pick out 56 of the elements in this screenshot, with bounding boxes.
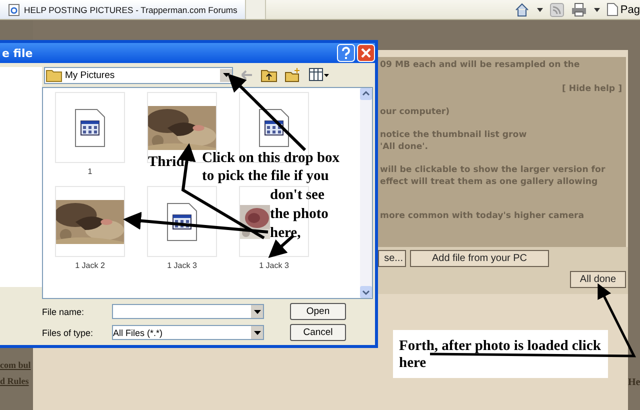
annotation-text: the photo — [270, 206, 328, 222]
add-file-button[interactable]: Add file from your PC — [410, 250, 549, 267]
close-icon[interactable] — [357, 44, 375, 62]
up-folder-icon[interactable] — [261, 68, 277, 82]
file-thumbnail[interactable] — [55, 92, 125, 163]
help-text: 'All done'. — [380, 141, 430, 153]
cancel-button[interactable]: Cancel — [290, 324, 346, 341]
file-thumbnail[interactable] — [55, 186, 125, 257]
new-folder-icon[interactable] — [285, 68, 301, 82]
look-in-dropdown[interactable]: My Pictures — [44, 66, 233, 84]
annotation-text: Click on this drop box — [202, 150, 340, 166]
scrollbar[interactable] — [360, 88, 372, 298]
print-icon[interactable] — [571, 2, 588, 16]
browser-page-icon — [8, 4, 20, 16]
file-name-field[interactable] — [112, 304, 264, 319]
browse-button[interactable]: se... — [378, 250, 406, 267]
file-name: 1 — [88, 167, 92, 176]
file-name: 1 Jack 3 — [167, 261, 197, 270]
document-icon — [167, 202, 197, 240]
browser-tab[interactable]: HELP POSTING PICTURES - Trapperman.com Forums — [0, 0, 246, 19]
dropdown-arrow-icon[interactable] — [254, 330, 260, 334]
home-icon[interactable] — [514, 2, 530, 18]
help-text: 09 MB each and will be resampled on the — [380, 59, 581, 71]
help-text: effect will treat them as one gallery allowing — [380, 176, 599, 188]
view-menu-icon[interactable] — [309, 68, 329, 82]
dropdown-arrow-icon[interactable] — [537, 8, 544, 12]
all-done-button[interactable]: All done — [570, 271, 626, 288]
dialog-title: e file — [2, 46, 33, 60]
file-thumbnail[interactable] — [147, 186, 217, 257]
file-name: 1 Jack 3 — [259, 261, 289, 270]
file-name-label: File name: — [42, 306, 86, 316]
help-text: will be clickable to show the larger version for — [380, 164, 606, 176]
dropdown-arrow-icon[interactable] — [254, 310, 260, 314]
help-icon[interactable] — [337, 44, 355, 62]
help-text: more common with today's higher camera — [380, 210, 586, 222]
document-icon — [259, 108, 289, 146]
annotation-note: Forth, after photo is loaded click here — [393, 330, 608, 378]
file-type-dropdown[interactable]: All Files (*.*) — [112, 325, 264, 340]
annotation-text: to pick the file if you — [202, 168, 329, 184]
help-text: notice the thumbnail list grow — [380, 129, 528, 141]
back-arrow-icon[interactable] — [241, 70, 253, 80]
help-text: our computer) — [380, 106, 451, 118]
page-icon — [607, 3, 618, 16]
scroll-up-icon[interactable] — [360, 88, 372, 100]
dropdown-arrow-icon[interactable] — [594, 8, 600, 12]
file-type-label: Files of type: — [42, 328, 94, 338]
page-menu[interactable]: Pag — [607, 3, 640, 16]
document-icon — [75, 108, 105, 146]
annotation-text: here, — [270, 225, 301, 241]
edge-text: He — [628, 377, 640, 388]
file-name: 1 Jack 2 — [75, 261, 105, 270]
folder-icon — [46, 68, 62, 82]
annotation-text: don't see — [270, 187, 324, 203]
scroll-down-icon[interactable] — [360, 286, 372, 298]
feed-icon[interactable] — [550, 2, 564, 16]
open-button[interactable]: Open — [290, 303, 346, 320]
